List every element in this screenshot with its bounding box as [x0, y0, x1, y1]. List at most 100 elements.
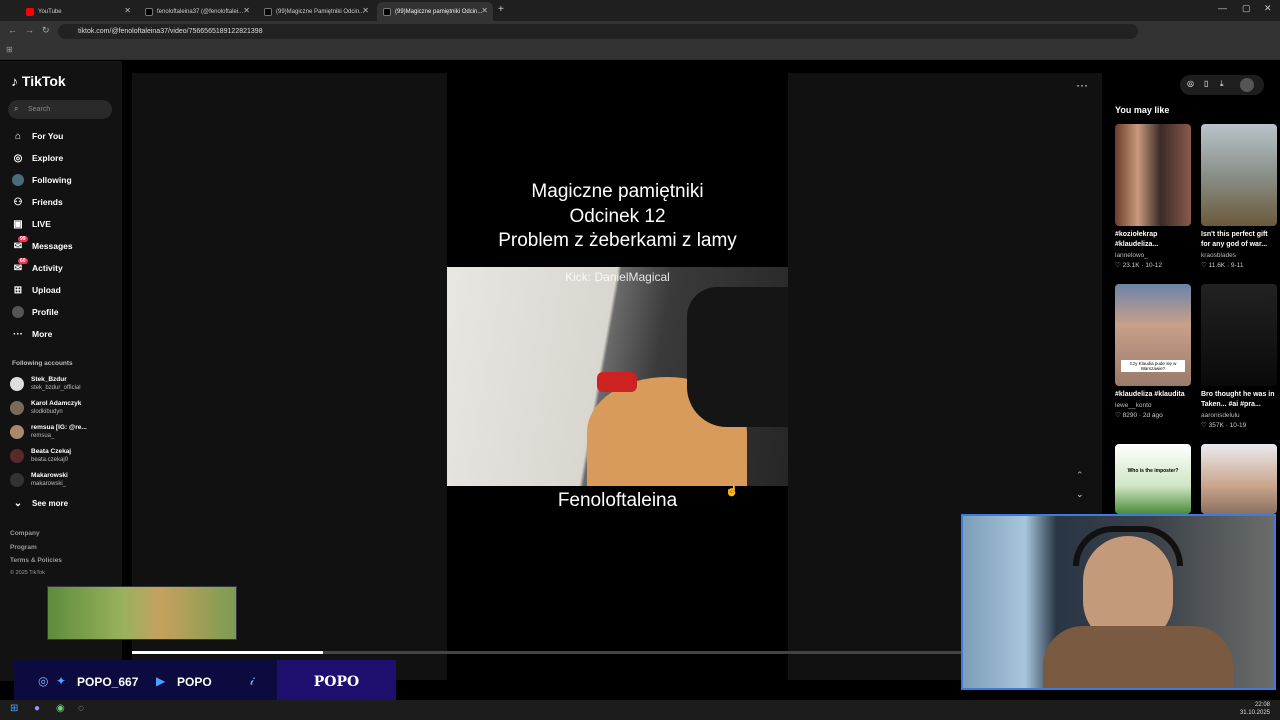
game-banner-image: [47, 586, 237, 640]
nav-explore[interactable]: ◎ Explore: [12, 152, 64, 164]
nav-messages[interactable]: ✉ 99 Messages: [12, 236, 73, 252]
chrome-icon[interactable]: ◉: [56, 703, 65, 714]
video-watermark: Kick: DanielMagical: [565, 270, 670, 284]
compass-icon: ◎: [13, 152, 23, 164]
footer-company[interactable]: Company: [10, 530, 40, 537]
nav-following[interactable]: Following: [12, 174, 72, 186]
windows-start-icon[interactable]: ⊞: [10, 703, 18, 714]
account-item[interactable]: remsua [IG: @re... remsua_: [10, 424, 87, 440]
back-icon[interactable]: ←: [8, 25, 17, 35]
card-thumbnail: [1201, 284, 1277, 386]
following-accounts-header: Following accounts: [12, 360, 73, 367]
tiktok-icon: [383, 7, 391, 16]
search-input[interactable]: Search: [8, 100, 112, 119]
tab-magiczne-active[interactable]: (99)Magiczne pamiętniki Odcin... ✕: [377, 2, 493, 21]
account-name: Beata Czekaj: [31, 448, 72, 455]
phone-icon[interactable]: ▯: [1204, 79, 1208, 88]
avatar: [10, 473, 24, 487]
apps-icon[interactable]: ⊞: [6, 45, 13, 54]
messages-badge: 99: [18, 236, 28, 242]
see-more-button[interactable]: ⌄ See more: [12, 497, 68, 509]
instagram-handle: POPO_667: [77, 675, 139, 689]
nav-label: Explore: [32, 153, 64, 163]
recommendation-card[interactable]: Bro thought he was in Taken... #ai #pra.…: [1201, 284, 1277, 429]
footer-terms[interactable]: Terms & Policies: [10, 557, 62, 564]
chevron-down-icon[interactable]: ⌄: [1076, 489, 1084, 500]
recommendation-card[interactable]: [1201, 444, 1277, 514]
tab-fenoloftaleina[interactable]: fenoloftaleina37 (@fenoloftalei... ✕: [139, 2, 255, 21]
tiktok-logo[interactable]: ♪ TikTok: [11, 73, 66, 89]
nav-activity[interactable]: ✉ 60 Activity: [12, 258, 63, 274]
account-item[interactable]: Makarowski makarowski_: [10, 472, 68, 488]
heart-icon: ♡: [1115, 262, 1121, 269]
recommendation-card[interactable]: Isn't this perfect gift for any god of w…: [1201, 124, 1277, 269]
tab-youtube[interactable]: YouTube ✕: [20, 2, 136, 21]
recommendation-card[interactable]: Who is the imposter?: [1115, 444, 1191, 514]
card-overlay-text: Who is the imposter?: [1127, 468, 1179, 474]
reload-icon[interactable]: ↻: [42, 25, 50, 36]
minimize-icon[interactable]: —: [1218, 3, 1227, 13]
account-handle: makarowski_: [31, 481, 67, 487]
recommendation-card[interactable]: Czy Klaudia pude się w Warszawie? #klaud…: [1115, 284, 1191, 419]
nav-upload[interactable]: ⊞ Upload: [12, 284, 61, 296]
close-icon[interactable]: ✕: [362, 6, 369, 15]
nav-label: For You: [32, 131, 64, 141]
app-icon[interactable]: ◌: [78, 703, 84, 714]
nav-friends[interactable]: ⚇ Friends: [12, 196, 63, 208]
chevron-up-icon[interactable]: ⌃: [1076, 470, 1084, 481]
avatar[interactable]: [1240, 78, 1254, 92]
card-stats: ♡ 23.1K · 10-12: [1115, 261, 1191, 269]
account-item[interactable]: Stek_Bzdur stek_bzdur_official: [10, 376, 81, 392]
footer-program[interactable]: Program: [10, 544, 37, 551]
account-item[interactable]: Beata Czekaj beata.czekaj0: [10, 448, 71, 464]
nav-more[interactable]: ··· More: [12, 328, 52, 340]
app-icon[interactable]: ●: [34, 703, 40, 714]
account-handle: slodkibudyn: [31, 409, 63, 415]
live-icon: ▣: [13, 218, 23, 230]
search-icon: ⌕: [14, 104, 19, 113]
youtube-icon: ▶: [156, 674, 166, 688]
youtube-icon: [26, 7, 34, 16]
browser-tab-bar: YouTube ✕ fenoloftaleina37 (@fenoloftale…: [0, 0, 1280, 21]
nav-label: More: [32, 329, 53, 339]
account-handle: remsua_: [31, 433, 55, 439]
compass-icon[interactable]: ◎: [1187, 79, 1194, 88]
profile-icon: [12, 306, 24, 318]
tab-magiczne-1[interactable]: (99)Magiczne Pamiętniki Odcin... ✕: [258, 2, 374, 21]
tab-title: (99)Magiczne pamiętniki Odcin...: [395, 8, 483, 15]
new-tab-icon[interactable]: +: [498, 4, 504, 15]
download-icon[interactable]: ⤓: [1220, 79, 1224, 89]
see-more-label: See more: [32, 498, 69, 508]
more-options-icon[interactable]: ···: [1076, 78, 1088, 92]
avatar: [10, 401, 24, 415]
card-title: Bro thought he was in Taken... #ai #pra.…: [1201, 391, 1275, 408]
card-stats: ♡ 357K · 10-19: [1201, 421, 1277, 429]
forward-icon[interactable]: →: [25, 25, 34, 35]
maximize-icon[interactable]: ▢: [1242, 3, 1251, 14]
nav-for-you[interactable]: ⌂ For You: [12, 130, 63, 142]
title-line: Magiczne pamiętniki: [531, 181, 704, 202]
account-item[interactable]: Karol Adamczyk slodkibudyn: [10, 400, 81, 416]
nav-profile[interactable]: Profile: [12, 306, 58, 318]
tiktok-logo-icon: ♪: [11, 73, 18, 89]
close-icon[interactable]: ✕: [243, 6, 250, 15]
clock-date: 31.10.2025: [1239, 710, 1270, 716]
window-close-icon[interactable]: ✕: [1264, 3, 1272, 14]
nav-label: Friends: [32, 197, 63, 207]
title-line: Problem z żeberkami z lamy: [498, 230, 737, 251]
nav-label: Following: [32, 175, 72, 185]
logo-text: TikTok: [21, 73, 66, 89]
account-name: Karol Adamczyk: [31, 400, 82, 407]
home-icon: ⌂: [14, 130, 22, 142]
nav-live[interactable]: ▣ LIVE: [12, 218, 51, 230]
url-input[interactable]: tiktok.com/@fenoloftaleina37/video/75665…: [58, 24, 1138, 39]
tab-title: YouTube: [38, 8, 62, 15]
sauce-shape: [597, 372, 637, 392]
twitter-icon: ✦: [56, 674, 67, 688]
recommendation-card[interactable]: #koziołekrap #klaudeliza... lannelowo_ ♡…: [1115, 124, 1191, 269]
close-icon[interactable]: ✕: [124, 6, 131, 15]
friends-icon: ⚇: [13, 196, 23, 208]
activity-icon: ✉ 60: [13, 258, 28, 274]
nav-label: Activity: [32, 263, 63, 273]
close-icon[interactable]: ✕: [481, 6, 488, 15]
